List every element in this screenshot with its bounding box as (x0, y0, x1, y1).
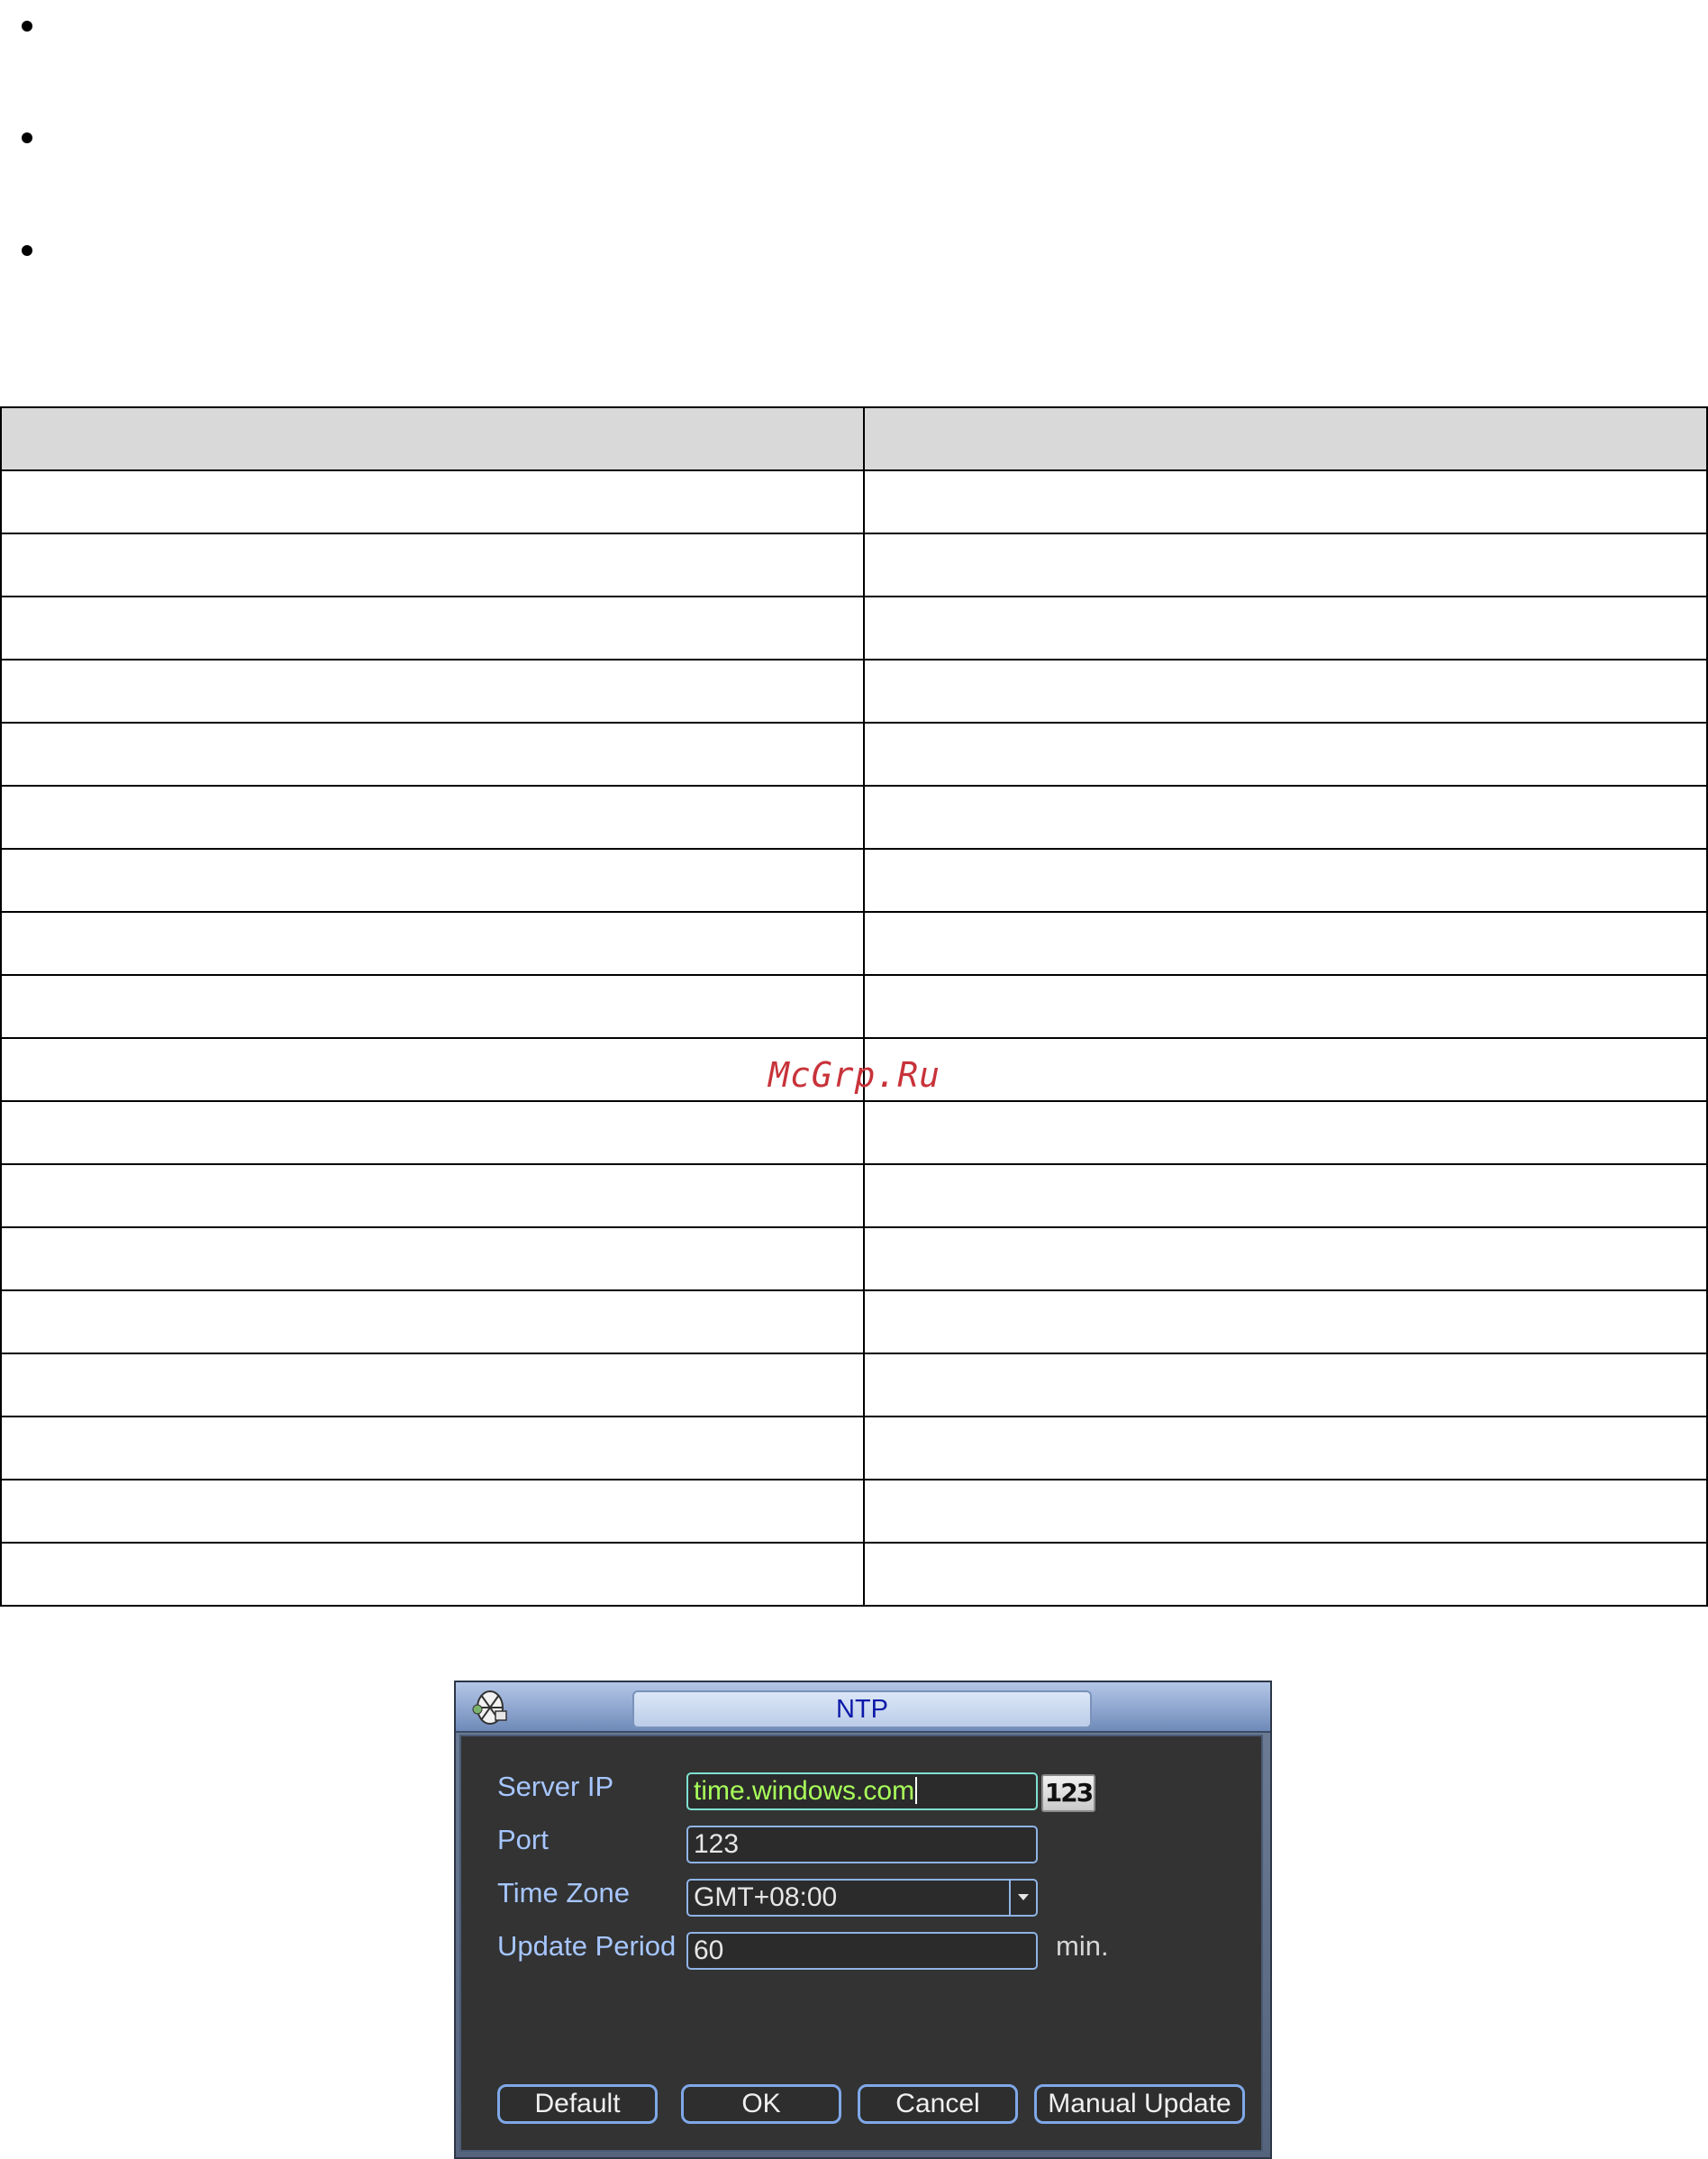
ok-button[interactable]: OK (681, 2084, 841, 2124)
table-cell (863, 1479, 1708, 1544)
ntp-settings-panel: Server IP time.windows.com 123 Port 123 … (459, 1735, 1263, 2152)
table-cell (0, 1479, 865, 1544)
table-row (0, 911, 1708, 976)
chevron-down-icon[interactable] (1009, 1881, 1036, 1915)
table-cell (0, 911, 865, 976)
table-cell (0, 596, 865, 660)
parameter-table (0, 406, 1708, 1607)
table-cell (0, 1163, 865, 1228)
table-row (0, 1226, 1708, 1291)
table-row (0, 1289, 1708, 1354)
dialog-title: NTP (632, 1690, 1092, 1728)
table-cell (0, 1416, 865, 1480)
table-cell (863, 1289, 1708, 1354)
table-cell (863, 469, 1708, 534)
time-zone-label: Time Zone (497, 1877, 631, 1908)
table-header-row (0, 406, 1708, 471)
table-cell (863, 785, 1708, 850)
default-button[interactable]: Default (497, 2084, 658, 2124)
text-caret (915, 1777, 918, 1804)
bullet-3 (22, 245, 32, 256)
bullet-2 (22, 132, 32, 143)
ntp-dialog: NTP Server IP time.windows.com 123 Port … (454, 1681, 1272, 2159)
table-cell (863, 1037, 1708, 1102)
update-period-input[interactable]: 60 (686, 1932, 1038, 1970)
table-cell (863, 1416, 1708, 1480)
network-globe-icon (472, 1690, 507, 1725)
table-cell (863, 533, 1708, 597)
table-cell (863, 1226, 1708, 1291)
time-zone-value: GMT+08:00 (694, 1882, 838, 1912)
table-cell (0, 974, 865, 1039)
table-cell (0, 848, 865, 913)
table-row (0, 1163, 1708, 1228)
table-header-cell (0, 406, 865, 471)
table-cell (0, 1037, 865, 1102)
table-cell (0, 533, 865, 597)
watermark: McGrp.Ru (768, 1055, 941, 1095)
cancel-button[interactable]: Cancel (858, 2084, 1018, 2124)
table-cell (0, 722, 865, 787)
table-row (0, 722, 1708, 787)
table-row (0, 596, 1708, 660)
table-cell (863, 974, 1708, 1039)
table-cell (863, 848, 1708, 913)
table-cell (863, 722, 1708, 787)
table-cell (863, 1163, 1708, 1228)
update-period-unit: min. (1056, 1930, 1109, 1962)
table-cell (863, 1100, 1708, 1165)
table-row (0, 1100, 1708, 1165)
table-cell (0, 469, 865, 534)
table-row (0, 1542, 1708, 1607)
bullet-1 (22, 21, 32, 32)
table-cell (863, 1353, 1708, 1417)
table-cell (0, 1289, 865, 1354)
dialog-titlebar[interactable]: NTP (456, 1682, 1270, 1733)
table-row (0, 848, 1708, 913)
table-row (0, 1416, 1708, 1480)
table-cell (863, 659, 1708, 724)
server-ip-value: time.windows.com (694, 1776, 915, 1806)
port-input[interactable]: 123 (686, 1826, 1038, 1863)
update-period-label: Update Period (497, 1930, 677, 1962)
table-row (0, 785, 1708, 850)
table-cell (0, 1100, 865, 1165)
table-cell (863, 596, 1708, 660)
table-cell (0, 785, 865, 850)
table-cell (863, 911, 1708, 976)
server-ip-label: Server IP (497, 1771, 614, 1802)
table-header-cell (863, 406, 1708, 471)
table-cell (0, 1542, 865, 1607)
port-label: Port (497, 1824, 549, 1855)
table-row (0, 974, 1708, 1039)
table-row (0, 1353, 1708, 1417)
table-cell (863, 1542, 1708, 1607)
table-cell (0, 1353, 865, 1417)
table-cell (0, 1226, 865, 1291)
keyboard-button[interactable]: 123 (1041, 1774, 1095, 1812)
server-ip-input[interactable]: time.windows.com (686, 1772, 1038, 1810)
table-row (0, 659, 1708, 724)
table-row (0, 533, 1708, 597)
time-zone-select[interactable]: GMT+08:00 (686, 1879, 1038, 1917)
manual-update-button[interactable]: Manual Update (1034, 2084, 1245, 2124)
table-row (0, 469, 1708, 534)
table-cell (0, 659, 865, 724)
table-row (0, 1479, 1708, 1544)
